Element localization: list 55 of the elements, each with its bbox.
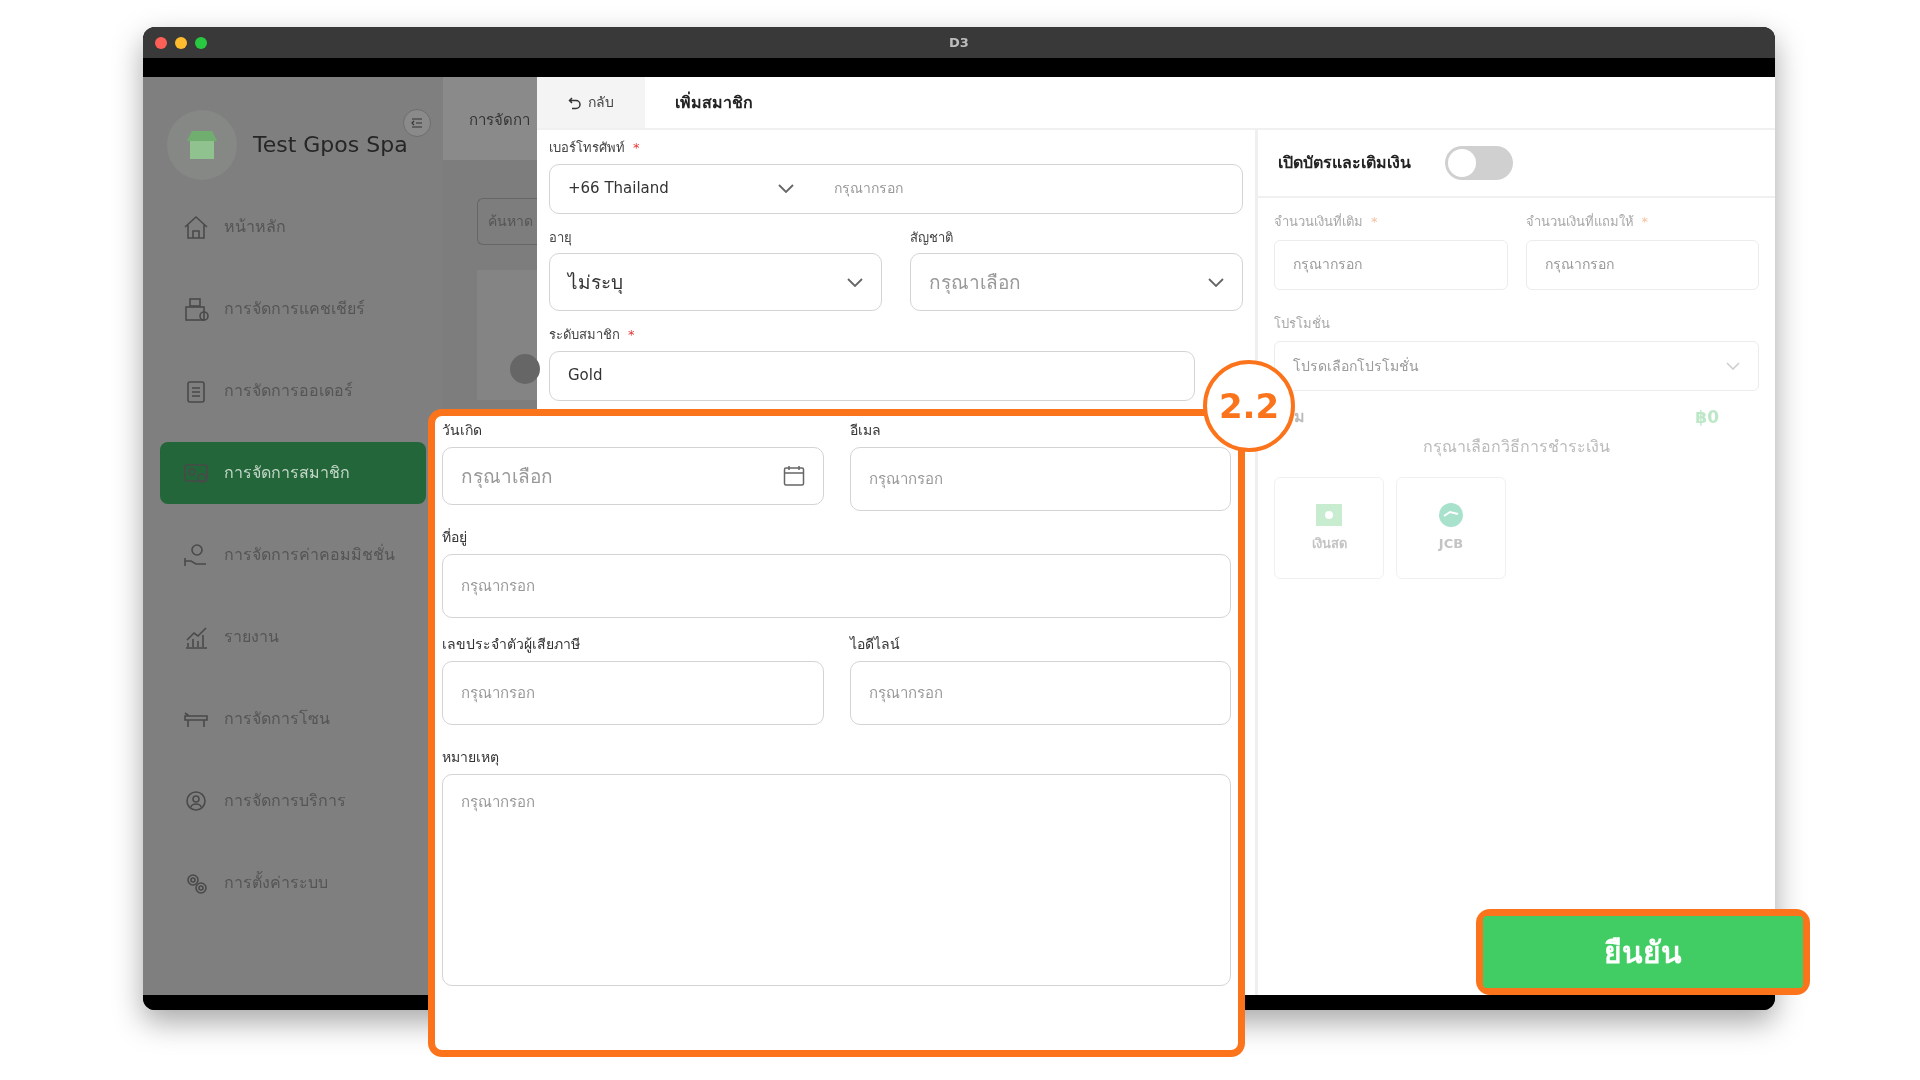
country-select[interactable]: +66 Thailand bbox=[550, 177, 810, 200]
chevron-down-icon bbox=[847, 277, 863, 287]
field-label: ที่อยู่ bbox=[442, 527, 468, 548]
field-label: ไอดีไลน์ bbox=[849, 635, 901, 654]
promotion-select[interactable]: โปรดเลือกโปรโมชั่น bbox=[1274, 341, 1759, 391]
payment-option[interactable]: JCB bbox=[1396, 476, 1506, 579]
input-field[interactable]: กรุณากรอก bbox=[849, 447, 1231, 511]
chevron-down-icon bbox=[1726, 362, 1740, 370]
field-label: อีเมล bbox=[849, 421, 882, 440]
field-label: จำนวนเงินที่เติม * bbox=[1274, 212, 1379, 231]
menu-icon bbox=[182, 213, 210, 241]
phone-input[interactable]: กรุณากรอก bbox=[810, 178, 903, 199]
minimize-window-button[interactable] bbox=[175, 37, 187, 49]
input-field[interactable]: กรุณากรอก bbox=[849, 661, 1231, 725]
menu-icon bbox=[182, 295, 210, 323]
field-label: สัญชาติ bbox=[910, 228, 954, 247]
back-button[interactable]: กลับ bbox=[537, 77, 645, 128]
date-field[interactable]: กรุณาเลือก bbox=[442, 447, 824, 505]
field-label: จำนวนเงินที่แถมให้ * bbox=[1525, 212, 1649, 231]
input-field[interactable]: กรุณากรอก bbox=[442, 554, 1231, 618]
page-heading: การจัดกา bbox=[468, 110, 531, 131]
chevron-down-icon bbox=[1208, 277, 1224, 287]
brand-name: Test Gpos Spa bbox=[253, 131, 408, 159]
banknote-icon bbox=[1315, 501, 1343, 528]
note-field[interactable]: กรุณากรอก bbox=[442, 774, 1231, 986]
select-field[interactable]: ไม่ระบุ bbox=[549, 253, 882, 311]
close-window-button[interactable] bbox=[155, 37, 167, 49]
confirm-button[interactable]: ยืนยัน bbox=[1483, 916, 1803, 988]
field-label: เบอร์โทรศัพท์ * bbox=[549, 139, 641, 157]
payment-option[interactable]: เงินสด bbox=[1274, 476, 1384, 579]
input-field[interactable]: กรุณากรอก bbox=[1274, 239, 1508, 290]
sidebar-item[interactable]: การจัดการสมาชิก bbox=[160, 442, 426, 504]
chevron-down-icon bbox=[778, 184, 794, 193]
total-amount: ฿0 bbox=[1695, 406, 1719, 429]
select-field[interactable]: กรุณาเลือก bbox=[910, 253, 1243, 311]
input-field[interactable]: กรุณากรอก bbox=[1525, 239, 1759, 290]
topup-title: เปิดบัตรและเติมเงิน bbox=[1278, 152, 1411, 174]
window-title: D3 bbox=[949, 33, 969, 52]
field-label: อายุ bbox=[549, 228, 573, 247]
maximize-window-button[interactable] bbox=[195, 37, 207, 49]
field-label: วันเกิด bbox=[442, 421, 483, 440]
total-label: ม bbox=[1294, 406, 1305, 428]
field-label: ระดับสมาชิก * bbox=[549, 326, 636, 344]
field-label: เลขประจำตัวผู้เสียภาษี bbox=[442, 635, 581, 655]
payment-prompt: กรุณาเลือกวิธีการชำระเงิน bbox=[1422, 435, 1611, 459]
topup-toggle[interactable] bbox=[1445, 146, 1513, 180]
field-label: หมายเหตุ bbox=[442, 748, 500, 768]
input-field[interactable]: กรุณากรอก bbox=[442, 661, 824, 725]
undo-icon bbox=[568, 95, 582, 110]
field-label: โปรโมชั่น bbox=[1274, 314, 1331, 333]
avatar bbox=[510, 354, 540, 384]
input-field[interactable]: Gold bbox=[549, 350, 1195, 401]
panel-title: เพิ่มสมาชิก bbox=[674, 90, 753, 114]
calendar-icon bbox=[782, 465, 805, 487]
list-icon bbox=[411, 118, 423, 128]
